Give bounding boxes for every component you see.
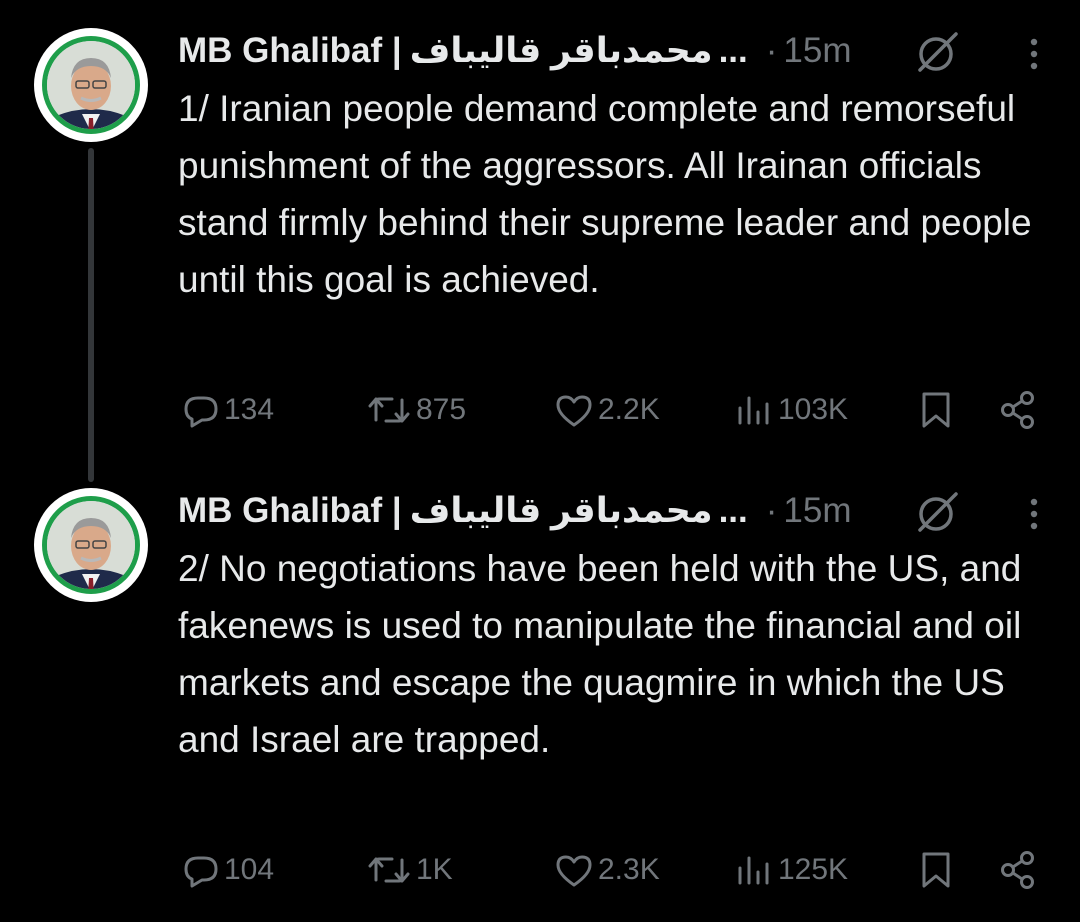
separator-dot: · bbox=[765, 491, 778, 530]
reply-icon bbox=[184, 396, 218, 428]
views-icon bbox=[738, 856, 769, 885]
like-icon bbox=[556, 855, 592, 887]
like-icon bbox=[556, 395, 592, 427]
share-icon bbox=[1001, 391, 1034, 429]
repost-count: 1K bbox=[416, 853, 453, 886]
views-button[interactable]: 103K bbox=[732, 382, 848, 438]
avatar[interactable] bbox=[34, 488, 148, 602]
timestamp[interactable]: 15m bbox=[783, 491, 851, 531]
tweet-actions: 134 875 2.2K 103K bbox=[178, 382, 1048, 438]
repost-icon bbox=[368, 397, 410, 423]
tweet-header: MB Ghalibaf | محمدباقر قالیباف ... · 15m bbox=[178, 26, 1058, 76]
bookmark-button[interactable] bbox=[916, 842, 956, 898]
tweet-text: 1/ Iranian people demand complete and re… bbox=[178, 88, 1032, 300]
display-name-arabic[interactable]: محمدباقر قالیباف bbox=[410, 491, 713, 531]
like-button[interactable]: 2.2K bbox=[552, 382, 660, 438]
reply-count: 104 bbox=[224, 853, 275, 886]
share-button[interactable] bbox=[996, 382, 1040, 438]
like-button[interactable]: 2.3K bbox=[552, 842, 660, 898]
bookmark-button[interactable] bbox=[916, 382, 956, 438]
grok-icon[interactable] bbox=[914, 490, 962, 534]
views-button[interactable]: 125K bbox=[732, 842, 848, 898]
avatar[interactable] bbox=[34, 28, 148, 142]
timestamp[interactable]: 15m bbox=[783, 31, 851, 71]
repost-count: 875 bbox=[416, 393, 467, 426]
reply-button[interactable]: 104 bbox=[178, 842, 274, 898]
display-name[interactable]: MB Ghalibaf | bbox=[178, 31, 402, 71]
name-truncation: ... bbox=[718, 31, 748, 70]
tweet-actions: 104 1K 2.3K 125K bbox=[178, 842, 1048, 898]
bookmark-icon bbox=[922, 852, 950, 888]
like-count: 2.2K bbox=[598, 393, 660, 426]
reply-count: 134 bbox=[224, 393, 275, 426]
display-name-arabic[interactable]: محمدباقر قالیباف bbox=[410, 31, 713, 71]
thread-connector-line bbox=[88, 148, 94, 482]
tweet-thread: MB Ghalibaf | محمدباقر قالیباف ... · 15m… bbox=[0, 0, 1080, 922]
repost-button[interactable]: 1K bbox=[364, 842, 453, 898]
more-options-icon[interactable] bbox=[1024, 34, 1044, 74]
more-options-icon[interactable] bbox=[1024, 494, 1044, 534]
repost-icon bbox=[368, 857, 410, 883]
grok-icon[interactable] bbox=[914, 30, 962, 74]
name-truncation: ... bbox=[718, 491, 748, 530]
tweet-header: MB Ghalibaf | محمدباقر قالیباف ... · 15m bbox=[178, 486, 1058, 536]
bookmark-icon bbox=[922, 392, 950, 428]
separator-dot: · bbox=[765, 31, 778, 70]
views-count: 103K bbox=[778, 393, 849, 426]
share-button[interactable] bbox=[996, 842, 1040, 898]
tweet-text: 2/ No negotiations have been held with t… bbox=[178, 548, 1022, 760]
views-count: 125K bbox=[778, 853, 849, 886]
display-name[interactable]: MB Ghalibaf | bbox=[178, 491, 402, 531]
like-count: 2.3K bbox=[598, 853, 660, 886]
repost-button[interactable]: 875 bbox=[364, 382, 466, 438]
reply-icon bbox=[184, 856, 218, 888]
views-icon bbox=[738, 396, 769, 425]
reply-button[interactable]: 134 bbox=[178, 382, 274, 438]
share-icon bbox=[1001, 851, 1034, 889]
